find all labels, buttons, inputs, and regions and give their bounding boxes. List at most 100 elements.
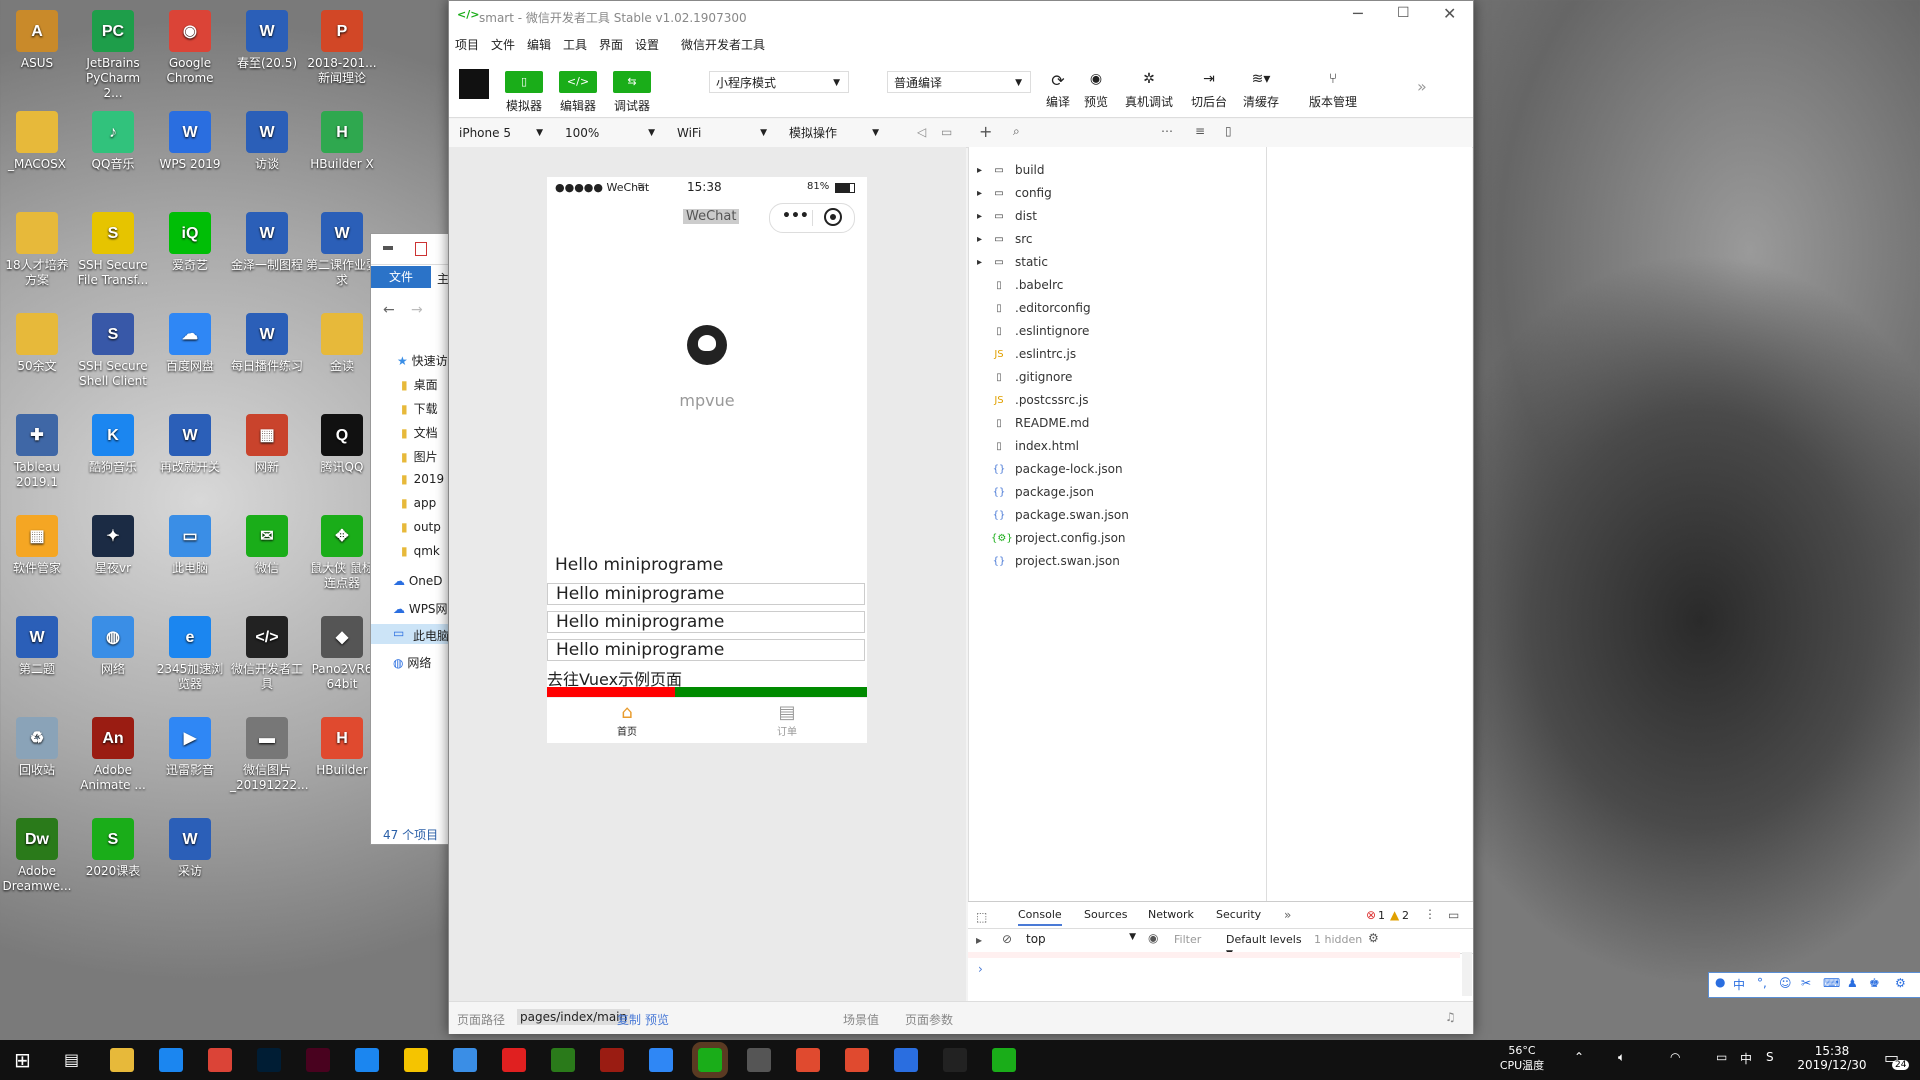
scissors-icon[interactable]: ✂ <box>1801 976 1811 990</box>
file-tree-item[interactable]: {} package.swan.json <box>991 506 1129 524</box>
tab-home[interactable]: ⌂ 首页 <box>607 702 647 738</box>
desktop-icon[interactable]: W 春至(20.5) <box>230 10 304 71</box>
nav-item[interactable]: ▮ outp <box>401 520 441 534</box>
desktop-icon[interactable]: ✥ 鼠大侠 鼠标连点器 <box>305 515 379 591</box>
desktop-icon[interactable]: W WPS 2019 <box>153 111 227 172</box>
file-tree-item[interactable]: {⚙} project.config.json <box>991 529 1126 547</box>
remote-debug-button[interactable]: ✲ 真机调试 <box>1121 71 1177 110</box>
sim-op-select[interactable]: 模拟操作 ▼ <box>783 122 883 144</box>
file-tree-item[interactable]: ▸ ▭ build <box>977 161 1045 179</box>
netease-music-icon[interactable] <box>502 1048 526 1072</box>
split-icon[interactable]: ▯ <box>1225 124 1232 138</box>
nav-item[interactable]: ▮ 2019 <box>401 472 444 486</box>
file-tree-item[interactable]: JS .eslintrc.js <box>991 345 1076 363</box>
compile-button[interactable]: ⟳ 编译 <box>1041 71 1075 110</box>
desktop-icon[interactable]: H HBuilder <box>305 717 379 778</box>
hbuilder-icon[interactable] <box>796 1048 820 1072</box>
minimize-button[interactable]: ─ <box>1353 4 1363 23</box>
console-scrollbar[interactable] <box>1462 952 1472 996</box>
close-button[interactable]: ✕ <box>1443 4 1456 23</box>
nav-item[interactable]: ▮ 图片 <box>401 448 438 465</box>
menu-item[interactable]: 微信开发者工具 <box>681 36 765 53</box>
expand-arrow-icon[interactable]: ▸ <box>977 211 982 222</box>
console-prompt-icon[interactable]: › <box>978 962 983 976</box>
file-tree-item[interactable]: ▸ ▭ config <box>977 184 1052 202</box>
background-button[interactable]: ⇥ 切后台 <box>1187 71 1231 110</box>
desktop-icon[interactable]: iQ 爱奇艺 <box>153 212 227 273</box>
photoshop-icon[interactable] <box>257 1048 281 1072</box>
ie-browser-icon[interactable] <box>159 1048 183 1072</box>
desktop-icon[interactable]: K 酷狗音乐 <box>76 414 150 475</box>
nav-item[interactable]: ▮ qmk <box>401 544 440 558</box>
desktop-icon[interactable]: _MACOSX <box>0 111 74 172</box>
desktop-icon[interactable]: S SSH Secure File Transf... <box>76 212 150 288</box>
wps-icon[interactable] <box>894 1048 918 1072</box>
desktop-icon[interactable]: H HBuilder X <box>305 111 379 172</box>
preview-link[interactable]: 预览 <box>645 1011 669 1028</box>
sogou-icon[interactable]: S <box>1766 1050 1774 1064</box>
window-titlebar[interactable]: </> smart - 微信开发者工具 Stable v1.02.1907300… <box>449 1 1473 31</box>
desktop-icon[interactable]: Dw Adobe Dreamwe... <box>0 818 74 894</box>
desktop-icon[interactable]: A ASUS <box>0 10 74 71</box>
tab-orders[interactable]: ▤ 订单 <box>767 702 807 738</box>
preview-button[interactable]: ◉ 预览 <box>1079 71 1113 110</box>
desktop-icon[interactable]: ▶ 迅雷影音 <box>153 717 227 778</box>
desktop-icon[interactable]: 50余文 <box>0 313 74 374</box>
hbuilderx-icon[interactable] <box>845 1048 869 1072</box>
file-tree-item[interactable]: {} project.swan.json <box>991 552 1120 570</box>
desktop-icon[interactable]: W 再改就开关 <box>153 414 227 475</box>
dreamweaver-icon[interactable] <box>551 1048 575 1072</box>
more-chevron-icon[interactable]: » <box>1417 77 1427 96</box>
inspect-icon[interactable]: ⬚ <box>976 910 987 924</box>
file-tree-item[interactable]: ▯ .editorconfig <box>991 299 1090 317</box>
nav-item[interactable]: ▮ 下载 <box>401 400 438 417</box>
kugou-icon[interactable] <box>355 1048 379 1072</box>
add-file-icon[interactable]: + <box>979 122 992 141</box>
desktop-icon[interactable]: W 每日播件练习 <box>230 313 304 374</box>
input-language[interactable]: 中 <box>1740 1050 1752 1067</box>
tray-chevron-icon[interactable]: ⌃ <box>1574 1050 1584 1064</box>
context-select[interactable]: top ▼ <box>1026 932 1136 946</box>
desktop-icon[interactable]: Q 腾讯QQ <box>305 414 379 475</box>
console-tab[interactable]: Network <box>1148 908 1194 921</box>
xunlei-icon[interactable] <box>649 1048 673 1072</box>
settings-gear-icon[interactable]: ⚙ <box>1368 931 1379 945</box>
debugger-button[interactable]: ⇆ 调试器 <box>607 71 657 114</box>
wechat-devtools-window[interactable]: </> smart - 微信开发者工具 Stable v1.02.1907300… <box>448 0 1474 1034</box>
clear-cache-button[interactable]: ≋▾ 清缓存 <box>1239 71 1283 110</box>
emoji-icon[interactable]: ☺ <box>1779 976 1792 990</box>
nav-item[interactable]: ▮ 桌面 <box>401 376 438 393</box>
avatar[interactable] <box>459 69 489 99</box>
kebab-icon[interactable]: ⋮ <box>1424 907 1436 921</box>
desktop-icon[interactable]: 金读 <box>305 313 379 374</box>
menu-item[interactable]: 设置 <box>635 36 659 53</box>
sidebar-toggle-icon[interactable]: ▸ <box>976 933 982 947</box>
capsule-menu[interactable]: ••• <box>769 203 855 233</box>
filter-input[interactable]: Filter <box>1174 931 1234 949</box>
device-select[interactable]: iPhone 5 ▼ <box>453 122 547 144</box>
user-icon[interactable]: ♟ <box>1847 976 1858 990</box>
version-button[interactable]: ⑂ 版本管理 <box>1305 71 1361 110</box>
file-tree-item[interactable]: ▸ ▭ dist <box>977 207 1037 225</box>
search-icon[interactable]: ⌕ <box>1013 124 1020 139</box>
speaker-icon[interactable]: ◁ <box>917 125 926 139</box>
expand-arrow-icon[interactable]: ▸ <box>977 234 982 245</box>
animate-icon[interactable] <box>600 1048 624 1072</box>
undock-icon[interactable]: ▭ <box>1448 908 1459 922</box>
desktop-icon[interactable]: ✉ 微信 <box>230 515 304 576</box>
compile-mode-select[interactable]: 普通编译 ▼ <box>887 71 1031 93</box>
file-tree-item[interactable]: {} package.json <box>991 483 1094 501</box>
desktop-icon[interactable]: W 采访 <box>153 818 227 879</box>
more-dots-icon[interactable]: ••• <box>782 208 809 224</box>
nav-item[interactable]: ▮ 文档 <box>401 424 438 441</box>
keyboard-icon[interactable]: ⌨ <box>1823 976 1840 990</box>
desktop-icon[interactable]: W 金泽一制图程 <box>230 212 304 273</box>
eye-icon[interactable]: ◉ <box>1148 931 1158 945</box>
editor-button[interactable]: </> 编辑器 <box>553 71 603 114</box>
mode-select[interactable]: 小程序模式 ▼ <box>709 71 849 93</box>
file-tree-item[interactable]: ▯ index.html <box>991 437 1079 455</box>
menu-item[interactable]: 编辑 <box>527 36 551 53</box>
desktop-icon[interactable]: ✚ Tableau 2019.1 <box>0 414 74 490</box>
ribbon-file-tab[interactable]: 文件 <box>371 266 431 288</box>
popout-icon[interactable]: ▭ <box>941 125 952 139</box>
